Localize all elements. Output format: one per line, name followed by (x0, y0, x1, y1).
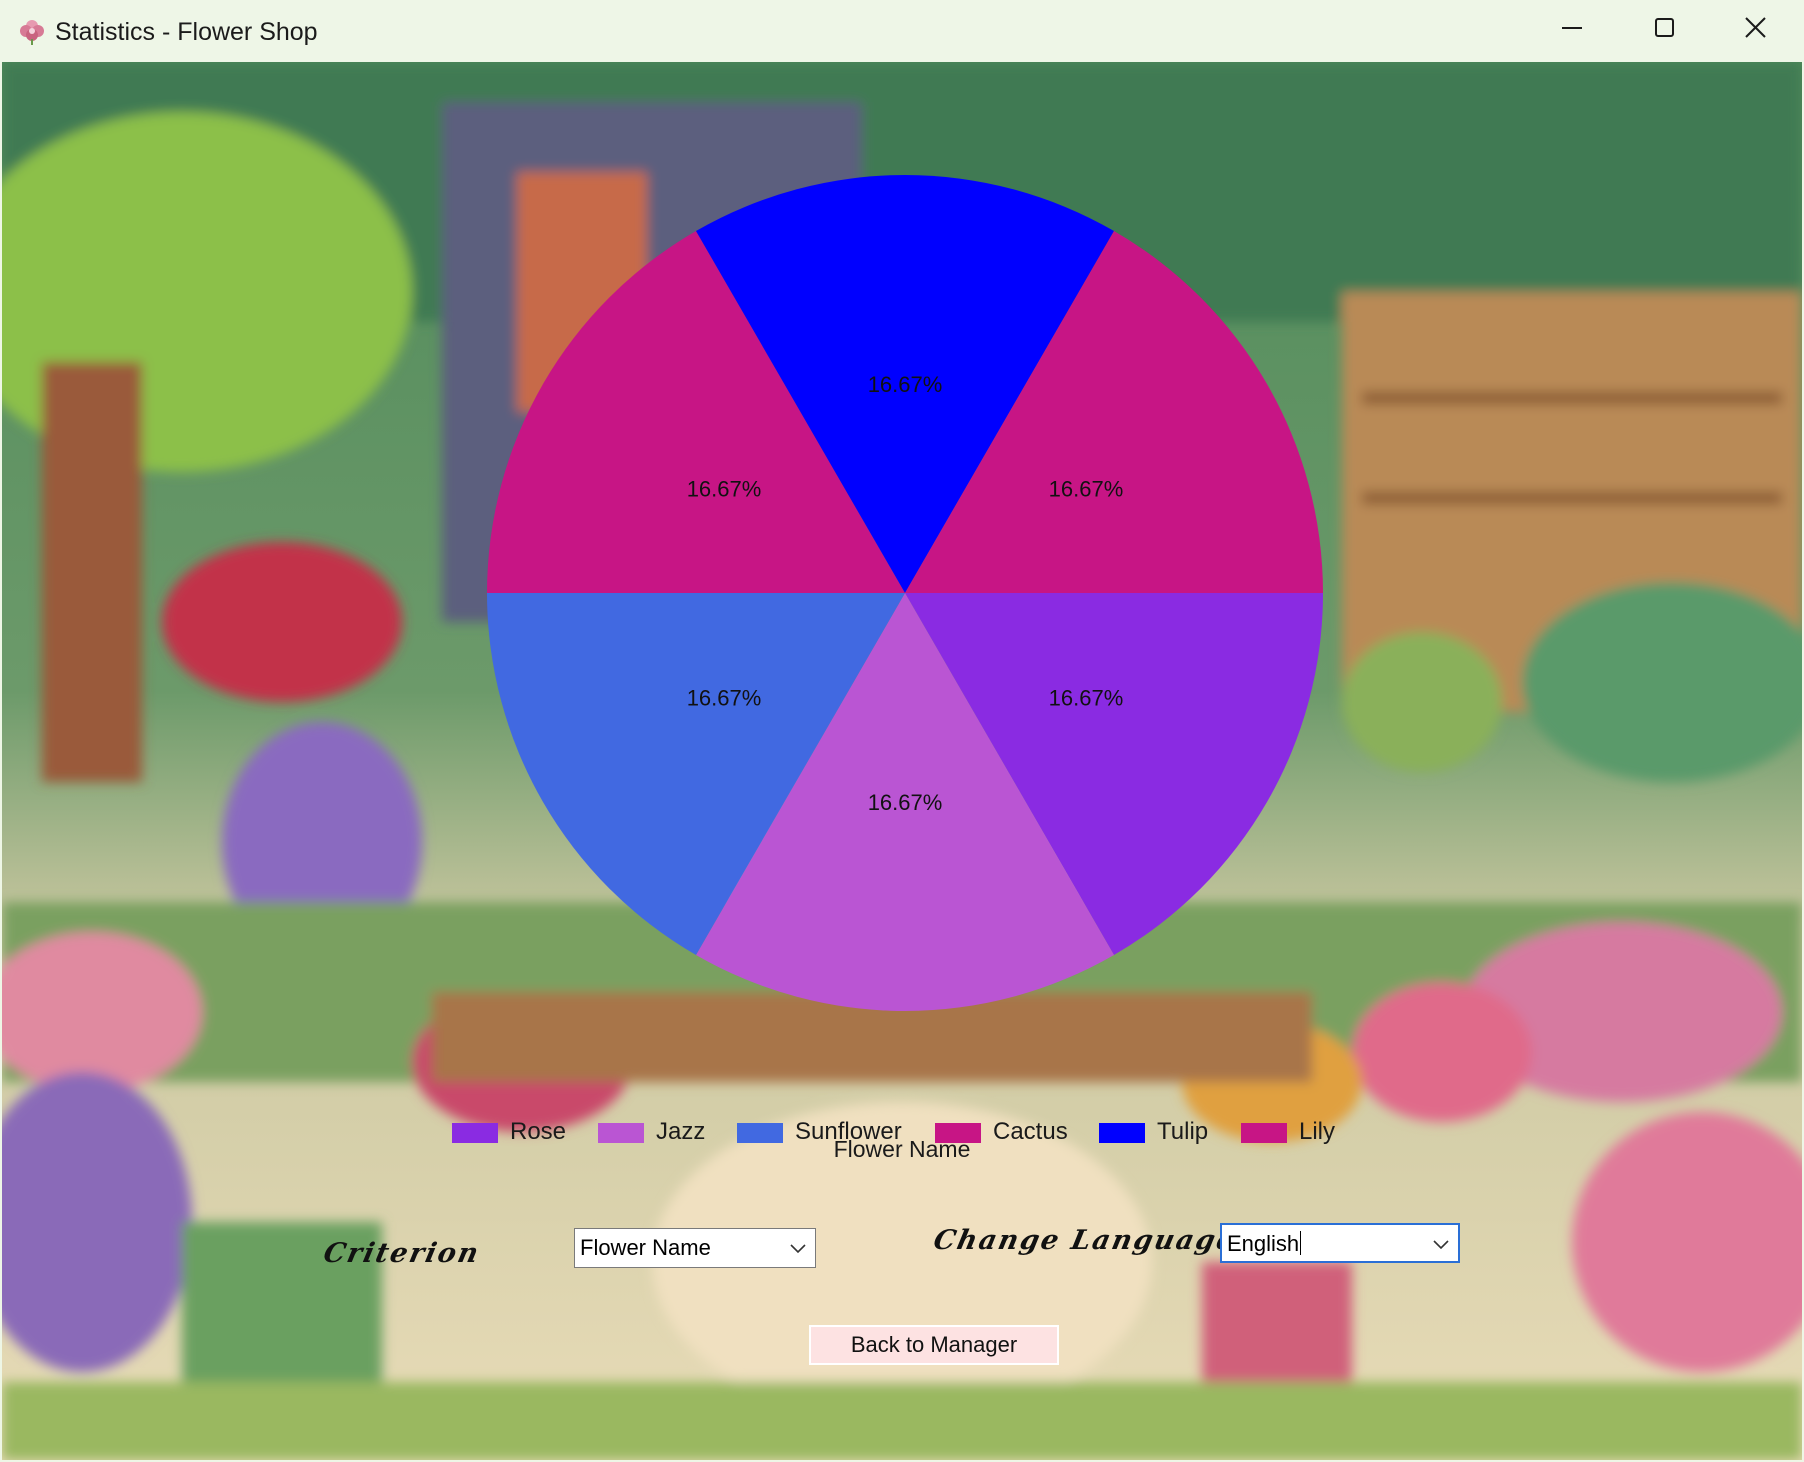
legend-label: Jazz (656, 1118, 706, 1145)
minimize-button[interactable] (1526, 0, 1618, 62)
chevron-down-icon[interactable] (1432, 1237, 1450, 1251)
legend-swatch (598, 1123, 644, 1143)
legend-title: Flower Name (833, 1136, 971, 1162)
legend-swatch (452, 1123, 498, 1143)
slice-percent-label: 16.67% (687, 477, 762, 502)
flower-app-icon (20, 20, 44, 45)
minimize-icon (1562, 27, 1582, 29)
slice-percent-label: 16.67% (868, 372, 943, 397)
legend-label: Lily (1299, 1118, 1336, 1145)
legend-label: Rose (510, 1118, 567, 1145)
legend-label: Sunflower (795, 1118, 902, 1145)
maximize-icon (1655, 18, 1674, 37)
client-area: 16.67% 16.67% 16.67% 16.67% 16.67% 16.67% Flo… (2, 62, 1802, 1460)
legend-swatch (1099, 1123, 1145, 1143)
legend-label: Cactus (993, 1118, 1068, 1145)
chevron-down-icon[interactable] (789, 1241, 807, 1255)
title-bar[interactable]: Statistics - Flower Shop (0, 0, 1804, 62)
text-caret (1300, 1231, 1302, 1255)
window-title: Statistics - Flower Shop (55, 18, 318, 46)
legend-swatch (935, 1123, 981, 1143)
legend-label: Tulip (1157, 1118, 1209, 1145)
legend-swatch (1241, 1123, 1287, 1143)
change-language-label: Change Language (930, 1225, 1240, 1256)
close-button[interactable] (1710, 0, 1802, 62)
language-dropdown[interactable]: English (1220, 1223, 1460, 1263)
back-to-manager-button[interactable]: Back to Manager (809, 1325, 1059, 1365)
statistics-window: Statistics - Flower Shop 16.67% 16.67% 1… (0, 0, 1804, 1462)
maximize-button[interactable] (1618, 0, 1710, 62)
criterion-value: Flower Name (580, 1235, 711, 1260)
criterion-dropdown[interactable]: Flower Name (574, 1228, 816, 1268)
slice-percent-label: 16.67% (868, 790, 943, 815)
close-icon (1745, 17, 1766, 38)
legend-swatch (737, 1123, 783, 1143)
language-value: English (1227, 1231, 1302, 1256)
slice-percent-label: 16.67% (687, 686, 762, 711)
criterion-label: Criterion (320, 1238, 484, 1269)
slice-percent-label: 16.67% (1049, 686, 1124, 711)
pie-chart: 16.67% 16.67% 16.67% 16.67% 16.67% 16.67% (487, 175, 1323, 1011)
slice-percent-label: 16.67% (1049, 477, 1124, 502)
